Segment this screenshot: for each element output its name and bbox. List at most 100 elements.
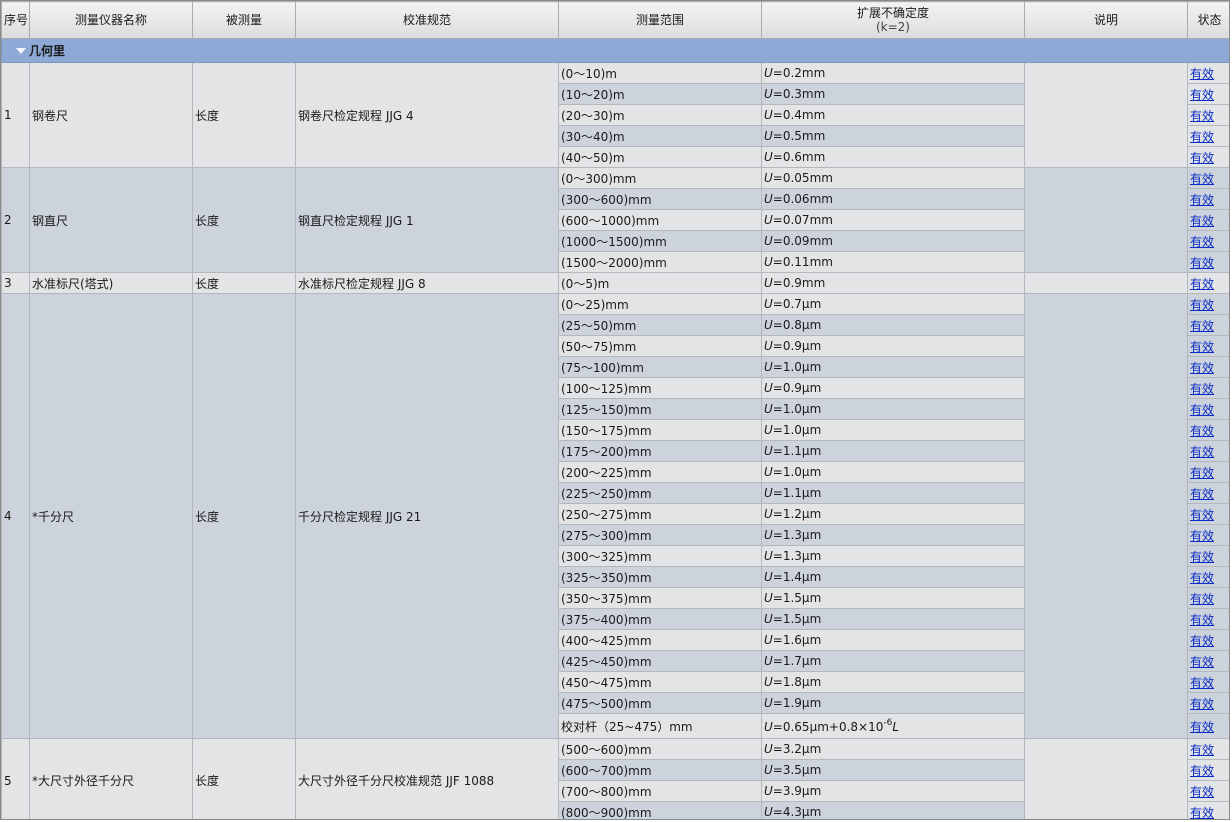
cell-spec: 钢直尺检定规程 JJG 1 <box>295 167 559 273</box>
cell-status: 有效 <box>1187 608 1229 630</box>
cell-quantity: 长度 <box>192 167 296 273</box>
cell-status: 有效 <box>1187 524 1229 546</box>
status-link[interactable]: 有效 <box>1190 256 1214 270</box>
table-row[interactable]: 2 钢直尺 长度 钢直尺检定规程 JJG 1 (0～300)mm U=0.05mm 有效 <box>1 167 1229 273</box>
cell-status: 有效 <box>1187 251 1229 273</box>
status-link[interactable]: 有效 <box>1190 764 1214 778</box>
status-link[interactable]: 有效 <box>1190 466 1214 480</box>
cell-uncertainty: U=0.07mm <box>761 209 1025 231</box>
status-link[interactable]: 有效 <box>1190 424 1214 438</box>
cell-status: 有效 <box>1187 398 1229 420</box>
uncertainty-value: =0.9mm <box>772 276 826 290</box>
status-link[interactable]: 有效 <box>1190 151 1214 165</box>
status-link[interactable]: 有效 <box>1190 743 1214 757</box>
status-link[interactable]: 有效 <box>1190 382 1214 396</box>
header-range[interactable]: 测量范围 <box>558 1 762 39</box>
symbol-u: U <box>764 720 773 734</box>
cell-status: 有效 <box>1187 587 1229 609</box>
status-link[interactable]: 有效 <box>1190 487 1214 501</box>
header-status[interactable]: 状态 <box>1187 1 1229 39</box>
status-link[interactable]: 有效 <box>1190 529 1214 543</box>
symbol-u: U <box>764 360 773 374</box>
status-link[interactable]: 有效 <box>1190 508 1214 522</box>
status-link[interactable]: 有效 <box>1190 235 1214 249</box>
cell-uncertainty: U=4.3μm <box>761 801 1025 819</box>
cell-uncertainty: U=0.9μm <box>761 335 1025 357</box>
cell-uncertainty: U=0.09mm <box>761 230 1025 252</box>
table-row[interactable]: 1 钢卷尺 长度 钢卷尺检定规程 JJG 4 (0～10)m U=0.2mm 有效 <box>1 62 1229 168</box>
cell-uncertainty: U=0.9mm <box>761 272 1025 294</box>
cell-range: (40～50)m <box>558 146 762 168</box>
status-link[interactable]: 有效 <box>1190 298 1214 312</box>
status-link[interactable]: 有效 <box>1190 214 1214 228</box>
cell-range: (75～100)mm <box>558 356 762 378</box>
status-link[interactable]: 有效 <box>1190 340 1214 354</box>
status-link[interactable]: 有效 <box>1190 277 1214 291</box>
status-link[interactable]: 有效 <box>1190 88 1214 102</box>
symbol-u: U <box>764 213 773 227</box>
status-link[interactable]: 有效 <box>1190 571 1214 585</box>
status-link[interactable]: 有效 <box>1190 67 1214 81</box>
symbol-u: U <box>764 402 773 416</box>
cell-range: (200～225)mm <box>558 461 762 483</box>
table-row[interactable]: 3 水准标尺(塔式) 长度 水准标尺检定规程 JJG 8 (0～5)m U=0.9mm 有效 <box>1 272 1229 294</box>
status-link[interactable]: 有效 <box>1190 172 1214 186</box>
table-row[interactable]: 5 *大尺寸外径千分尺 长度 大尺寸外径千分尺校准规范 JJF 1088 (500～60… <box>1 738 1229 819</box>
cell-status: 有效 <box>1187 545 1229 567</box>
cell-uncertainty: U=0.8μm <box>761 314 1025 336</box>
uncertainty-value: =1.6μm <box>772 633 822 647</box>
group-header-cell[interactable]: 几何里 <box>1 38 1229 63</box>
cell-status: 有效 <box>1187 692 1229 714</box>
collapse-triangle-icon[interactable] <box>16 47 26 54</box>
cell-range: (400～425)mm <box>558 629 762 651</box>
cell-range: (0～300)mm <box>558 167 762 189</box>
table-row[interactable]: 4 *千分尺 长度 千分尺检定规程 JJG 21 (0～25)mm U=0.7μm 有效 <box>1 293 1229 739</box>
uncertainty-value: =0.9μm <box>772 339 822 353</box>
status-link[interactable]: 有效 <box>1190 634 1214 648</box>
header-spec[interactable]: 校准规范 <box>295 1 559 39</box>
status-link[interactable]: 有效 <box>1190 697 1214 711</box>
status-link[interactable]: 有效 <box>1190 613 1214 627</box>
header-quantity[interactable]: 被测量 <box>192 1 296 39</box>
symbol-u: U <box>764 276 773 290</box>
status-link[interactable]: 有效 <box>1190 785 1214 799</box>
cell-uncertainty: U=3.5μm <box>761 759 1025 781</box>
cell-uncertainty: U=1.0μm <box>761 461 1025 483</box>
header-name[interactable]: 测量仪器名称 <box>29 1 193 39</box>
cell-spec: 大尺寸外径千分尺校准规范 JJF 1088 <box>295 738 559 819</box>
status-link[interactable]: 有效 <box>1190 403 1214 417</box>
symbol-u: U <box>764 486 773 500</box>
uncertainty-value: =1.1μm <box>772 486 822 500</box>
uncertainty-value: =0.05mm <box>772 171 833 185</box>
cell-range: (100～125)mm <box>558 377 762 399</box>
status-link[interactable]: 有效 <box>1190 655 1214 669</box>
header-uncertainty[interactable]: 扩展不确定度 (k=2) <box>761 1 1025 39</box>
cell-status: 有效 <box>1187 801 1229 820</box>
cell-quantity: 长度 <box>192 272 296 294</box>
cell-uncertainty: U=0.5mm <box>761 125 1025 147</box>
status-link[interactable]: 有效 <box>1190 676 1214 690</box>
symbol-u: U <box>764 444 773 458</box>
header-note[interactable]: 说明 <box>1024 1 1188 39</box>
status-link[interactable]: 有效 <box>1190 445 1214 459</box>
status-link[interactable]: 有效 <box>1190 361 1214 375</box>
status-link[interactable]: 有效 <box>1190 109 1214 123</box>
cell-range: (350～375)mm <box>558 587 762 609</box>
status-link[interactable]: 有效 <box>1190 319 1214 333</box>
cell-note <box>1024 167 1188 273</box>
status-link[interactable]: 有效 <box>1190 806 1214 820</box>
status-link[interactable]: 有效 <box>1190 130 1214 144</box>
status-link[interactable]: 有效 <box>1190 193 1214 207</box>
cell-uncertainty: U=1.9μm <box>761 692 1025 714</box>
group-row[interactable]: 几何里 <box>1 38 1229 63</box>
header-seq[interactable]: 序号 <box>1 1 30 39</box>
cell-range: (800～900)mm <box>558 801 762 819</box>
cell-uncertainty: U=1.7μm <box>761 650 1025 672</box>
status-link[interactable]: 有效 <box>1190 550 1214 564</box>
status-link[interactable]: 有效 <box>1190 720 1214 734</box>
uncertainty-value: =0.7μm <box>772 297 822 311</box>
status-link[interactable]: 有效 <box>1190 592 1214 606</box>
cell-range: (1500～2000)mm <box>558 251 762 273</box>
cell-status: 有效 <box>1187 188 1229 210</box>
symbol-u: U <box>764 66 773 80</box>
